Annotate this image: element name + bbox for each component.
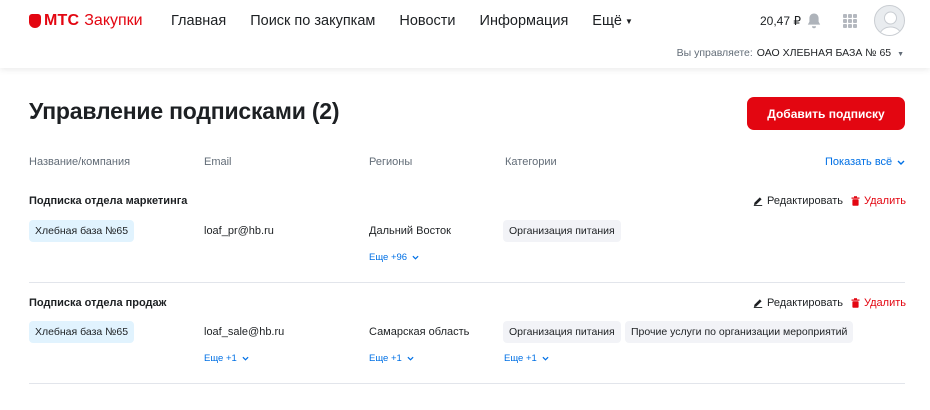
show-all-link[interactable]: Показать всё <box>825 156 905 168</box>
apps-grid-icon[interactable] <box>843 14 857 28</box>
column-header-regions: Регионы <box>369 156 413 168</box>
user-avatar[interactable] <box>874 5 905 36</box>
pencil-icon <box>753 197 763 206</box>
column-header-categories: Категории <box>505 156 557 168</box>
bell-icon[interactable] <box>806 12 822 30</box>
nav-more[interactable]: Ещё ▼ <box>592 13 633 29</box>
company-chip: Хлебная база №65 <box>29 220 135 242</box>
managed-org[interactable]: Вы управляете: ОАО ХЛЕБНАЯ БАЗА № 65 ▼ <box>677 47 904 59</box>
trash-icon <box>851 196 860 206</box>
regions-more-label: Еще +96 <box>369 252 408 263</box>
subscription-email: loaf_pr@hb.ru <box>204 225 274 237</box>
category-chip: Прочие услуги по организации мероприятий <box>625 321 854 343</box>
regions-more-label: Еще +1 <box>369 353 402 364</box>
edit-label: Редактировать <box>767 195 843 207</box>
category-chip: Организация питания <box>503 220 621 242</box>
add-subscription-button[interactable]: Добавить подписку <box>747 97 905 130</box>
category-chip: Организация питания <box>503 321 621 343</box>
user-silhouette-icon <box>878 11 903 35</box>
pencil-icon <box>753 299 763 308</box>
categories-more-link[interactable]: Еще +1 <box>504 353 549 364</box>
edit-subscription-button[interactable]: Редактировать <box>753 195 843 207</box>
email-more-label: Еще +1 <box>204 353 237 364</box>
delete-subscription-button[interactable]: Удалить <box>851 195 906 207</box>
logo-brand: МТС <box>44 12 80 29</box>
chevron-down-icon <box>412 255 419 260</box>
page-title: Управление подписками (2) <box>29 98 340 124</box>
subscription-region: Дальний Восток <box>369 225 451 237</box>
row-divider <box>29 282 905 283</box>
nav-info[interactable]: Информация <box>480 13 569 29</box>
categories-more-label: Еще +1 <box>504 353 537 364</box>
logo-text: Закупки <box>84 12 143 29</box>
edit-label: Редактировать <box>767 297 843 309</box>
delete-label: Удалить <box>864 297 906 309</box>
subscription-title: Подписка отдела продаж <box>29 297 167 309</box>
trash-icon <box>851 298 860 308</box>
edit-subscription-button[interactable]: Редактировать <box>753 297 843 309</box>
subscription-email: loaf_sale@hb.ru <box>204 326 285 338</box>
show-all-label: Показать всё <box>825 156 893 168</box>
manage-org-name: ОАО ХЛЕБНАЯ БАЗА № 65 <box>756 47 892 59</box>
main-nav: Главная Поиск по закупкам Новости Информ… <box>171 13 657 29</box>
regions-more-link[interactable]: Еще +96 <box>369 252 419 263</box>
top-header: МТС Закупки Главная Поиск по закупкам Но… <box>0 0 930 68</box>
delete-subscription-button[interactable]: Удалить <box>851 297 906 309</box>
email-more-link[interactable]: Еще +1 <box>204 353 249 364</box>
subscription-region: Самарская область <box>369 326 470 338</box>
caret-down-icon: ▼ <box>624 16 633 26</box>
account-balance[interactable]: 20,47 ₽ <box>760 14 801 28</box>
nav-home[interactable]: Главная <box>171 13 226 29</box>
caret-down-icon: ▼ <box>897 51 904 58</box>
company-chip: Хлебная база №65 <box>29 321 135 343</box>
nav-news[interactable]: Новости <box>399 13 455 29</box>
column-header-email: Email <box>204 156 232 168</box>
manage-label: Вы управляете: <box>676 47 753 59</box>
chevron-down-icon <box>407 356 414 361</box>
regions-more-link[interactable]: Еще +1 <box>369 353 414 364</box>
row-divider <box>29 383 905 384</box>
chevron-down-icon <box>242 356 249 361</box>
nav-more-label: Ещё <box>592 13 622 29</box>
nav-search[interactable]: Поиск по закупкам <box>250 13 375 29</box>
subscription-title: Подписка отдела маркетинга <box>29 195 188 207</box>
chevron-down-icon <box>542 356 549 361</box>
column-header-name: Название/компания <box>29 156 131 168</box>
mts-logo[interactable]: МТС Закупки <box>29 12 143 30</box>
mts-egg-icon <box>29 14 41 28</box>
delete-label: Удалить <box>864 195 906 207</box>
chevron-down-icon <box>897 160 905 165</box>
